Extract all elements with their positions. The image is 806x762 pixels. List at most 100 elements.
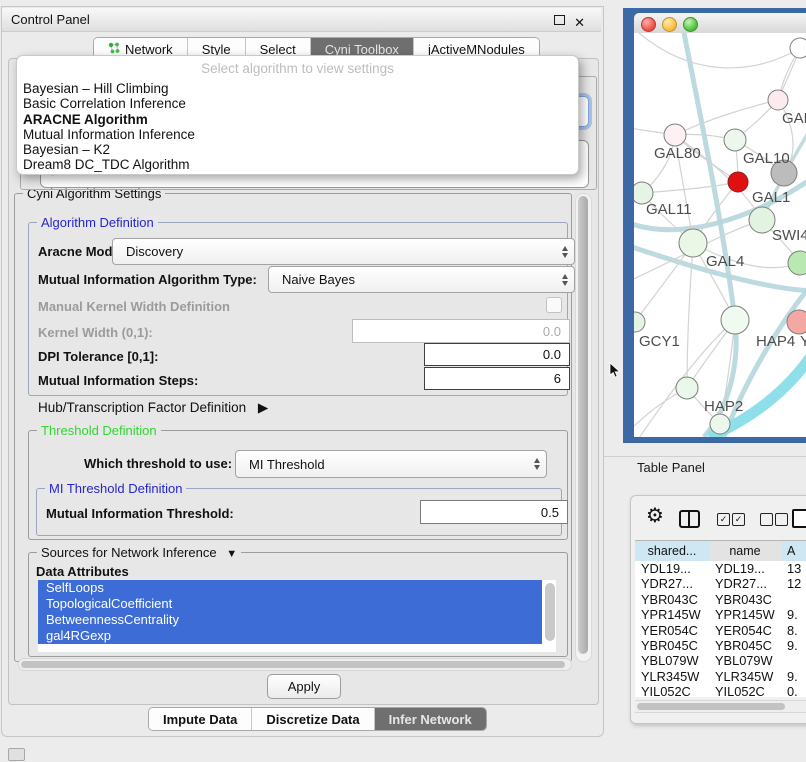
- data-attributes-label: Data Attributes: [36, 564, 129, 579]
- attribute-item-topologicalcoefficient[interactable]: TopologicalCoefficient: [38, 596, 542, 612]
- panel-toggle-button[interactable]: [8, 748, 25, 761]
- network-window-titlebar[interactable]: [634, 13, 806, 34]
- network-node-y[interactable]: [787, 310, 806, 334]
- node-label-y: Y: [800, 333, 806, 350]
- network-canvas[interactable]: GALGAL80GAL10GAL1GAL11SWI4GAL4GCY1HAP4YH…: [634, 33, 806, 437]
- mi-algorithm-type-combobox[interactable]: Naive Bayes: [268, 266, 575, 293]
- settings-vertical-scrollbar[interactable]: [575, 193, 592, 662]
- attribute-item-betweennesscentrality[interactable]: BetweennessCentrality: [38, 612, 542, 628]
- unchecked-checkbox-icon[interactable]: [760, 513, 773, 526]
- kernel-width-field[interactable]: 0.0: [352, 319, 570, 343]
- float-window-icon[interactable]: [554, 15, 565, 25]
- algorithm-option-aracne-algorithm[interactable]: ARACNE Algorithm: [23, 112, 572, 127]
- checked-checkbox-icon[interactable]: ✓: [717, 513, 730, 526]
- network-node-gal1[interactable]: [728, 172, 748, 192]
- algorithm-option-bayesian-k2[interactable]: Bayesian – K2: [23, 142, 572, 157]
- cell: YIL052C: [715, 684, 765, 697]
- column-header-shared-name[interactable]: shared...: [635, 540, 710, 562]
- control-panel-title: Control Panel: [2, 12, 90, 27]
- cell: YPR145W: [715, 607, 775, 622]
- tab-discretize-data[interactable]: Discretize Data: [251, 708, 373, 730]
- attributes-scrollbar-thumb[interactable]: [545, 583, 555, 641]
- data-attributes-list[interactable]: SelfLoopsTopologicalCoefficientBetweenne…: [38, 580, 556, 652]
- aracne-mode-value: Discovery: [126, 244, 183, 259]
- table-panel: ⚙ ✓ ✓ shared... name A YDL19...YDL19...1…: [630, 495, 806, 724]
- network-node-gcy1[interactable]: [634, 312, 645, 332]
- control-panel-titlebar[interactable]: Control Panel ✕: [2, 8, 601, 32]
- settings-horizontal-scrollbar[interactable]: [18, 658, 572, 671]
- settings-horizontal-scrollbar-thumb[interactable]: [21, 661, 565, 668]
- apply-button[interactable]: Apply: [267, 674, 341, 699]
- minimize-traffic-light-icon[interactable]: [662, 17, 677, 32]
- network-node[interactable]: [790, 38, 806, 58]
- cell: 9.: [787, 607, 798, 622]
- split-columns-icon[interactable]: [679, 510, 700, 528]
- algorithm-option-dream8-dc-tdc-algorithm[interactable]: Dream8 DC_TDC Algorithm: [23, 157, 572, 172]
- table-row-ydr27[interactable]: YDR27...YDR27...12: [635, 576, 806, 591]
- table-row-ypr145w[interactable]: YPR145WYPR145W9.: [635, 607, 806, 622]
- table-horizontal-scrollbar[interactable]: [635, 700, 806, 713]
- network-edge: [639, 33, 800, 68]
- network-node[interactable]: [788, 251, 806, 275]
- network-node-hap4[interactable]: [721, 306, 749, 334]
- dpi-tolerance-value: 0.0: [543, 347, 561, 362]
- zoom-traffic-light-icon[interactable]: [683, 17, 698, 32]
- hub-definition-toggle[interactable]: Hub/Transcription Factor Definition ▶: [38, 400, 268, 416]
- dpi-tolerance-label: DPI Tolerance [0,1]:: [38, 349, 158, 364]
- tab-impute-data[interactable]: Impute Data: [149, 708, 251, 730]
- cell: 9.: [787, 638, 798, 653]
- mi-threshold-field[interactable]: 0.5: [420, 500, 568, 524]
- network-edge: [642, 182, 738, 193]
- cell: YDR27...: [641, 576, 693, 591]
- aracne-mode-combobox[interactable]: Discovery: [112, 238, 575, 265]
- table-horizontal-scrollbar-thumb[interactable]: [637, 703, 785, 710]
- close-traffic-light-icon[interactable]: [641, 17, 656, 32]
- cell: YDL19...: [641, 561, 691, 576]
- attributes-scrollbar[interactable]: [543, 581, 556, 645]
- unchecked-checkbox-icon[interactable]: [775, 513, 788, 526]
- settings-vertical-scrollbar-thumb[interactable]: [578, 196, 588, 654]
- table-row-ybr045c[interactable]: YBR045CYBR045C9.: [635, 638, 806, 653]
- table-row-ydl19[interactable]: YDL19...YDL19...13: [635, 561, 806, 576]
- cell: YLR345W: [641, 669, 699, 684]
- mi-steps-field[interactable]: 6: [424, 367, 570, 390]
- table-row-yil052c[interactable]: YIL052CYIL052C0.: [635, 684, 806, 697]
- table-row-ybl079w[interactable]: YBL079WYBL079W: [635, 653, 806, 668]
- table-row-yer054c[interactable]: YER054CYER054C8.: [635, 623, 806, 638]
- cell: YDR27...: [715, 576, 767, 591]
- mi-algorithm-type-label: Mutual Information Algorithm Type:: [38, 272, 257, 287]
- node-label-gcy1: GCY1: [639, 333, 680, 350]
- algorithm-option-basic-correlation-inference[interactable]: Basic Correlation Inference: [23, 96, 572, 111]
- expand-right-icon[interactable]: ▶: [258, 400, 268, 416]
- which-threshold-value: MI Threshold: [249, 457, 325, 472]
- algorithm-option-bayesian-hill-climbing[interactable]: Bayesian – Hill Climbing: [23, 81, 572, 96]
- checked-checkbox-icon[interactable]: ✓: [732, 513, 745, 526]
- table-panel-title: Table Panel: [637, 460, 705, 475]
- table-row-ylr345w[interactable]: YLR345WYLR345W9.: [635, 669, 806, 684]
- hub-definition-label: Hub/Transcription Factor Definition: [38, 400, 246, 415]
- which-threshold-combobox[interactable]: MI Threshold: [235, 450, 547, 478]
- network-node-gal4[interactable]: [679, 229, 707, 257]
- gear-icon[interactable]: ⚙: [646, 506, 664, 526]
- network-node-gal[interactable]: [768, 90, 788, 110]
- network-node-hap2[interactable]: [676, 377, 698, 399]
- algorithm-option-mutual-information-inference[interactable]: Mutual Information Inference: [23, 127, 572, 142]
- tab-infer-network[interactable]: Infer Network: [374, 708, 486, 730]
- column-header-name[interactable]: name: [709, 540, 782, 562]
- network-edge: [675, 100, 778, 135]
- manual-kernel-width-checkbox[interactable]: [546, 297, 562, 313]
- collapse-down-icon[interactable]: ▼: [226, 547, 237, 562]
- node-label-hap2: HAP2: [704, 398, 743, 415]
- new-table-icon[interactable]: [792, 509, 806, 528]
- attribute-item-selfloops[interactable]: SelfLoops: [38, 580, 542, 596]
- close-window-icon[interactable]: ✕: [574, 11, 585, 34]
- dpi-tolerance-field[interactable]: 0.0: [424, 343, 570, 366]
- node-label-gal11: GAL11: [646, 201, 692, 218]
- tab-label: Impute Data: [163, 712, 237, 727]
- network-node-gal10[interactable]: [724, 129, 746, 151]
- table-row-ybr043c[interactable]: YBR043CYBR043C: [635, 592, 806, 607]
- column-header-partial[interactable]: A: [781, 540, 806, 562]
- attribute-item-gal4rgexp[interactable]: gal4RGexp: [38, 628, 542, 644]
- network-node[interactable]: [710, 414, 730, 434]
- network-node-gal80[interactable]: [664, 124, 686, 146]
